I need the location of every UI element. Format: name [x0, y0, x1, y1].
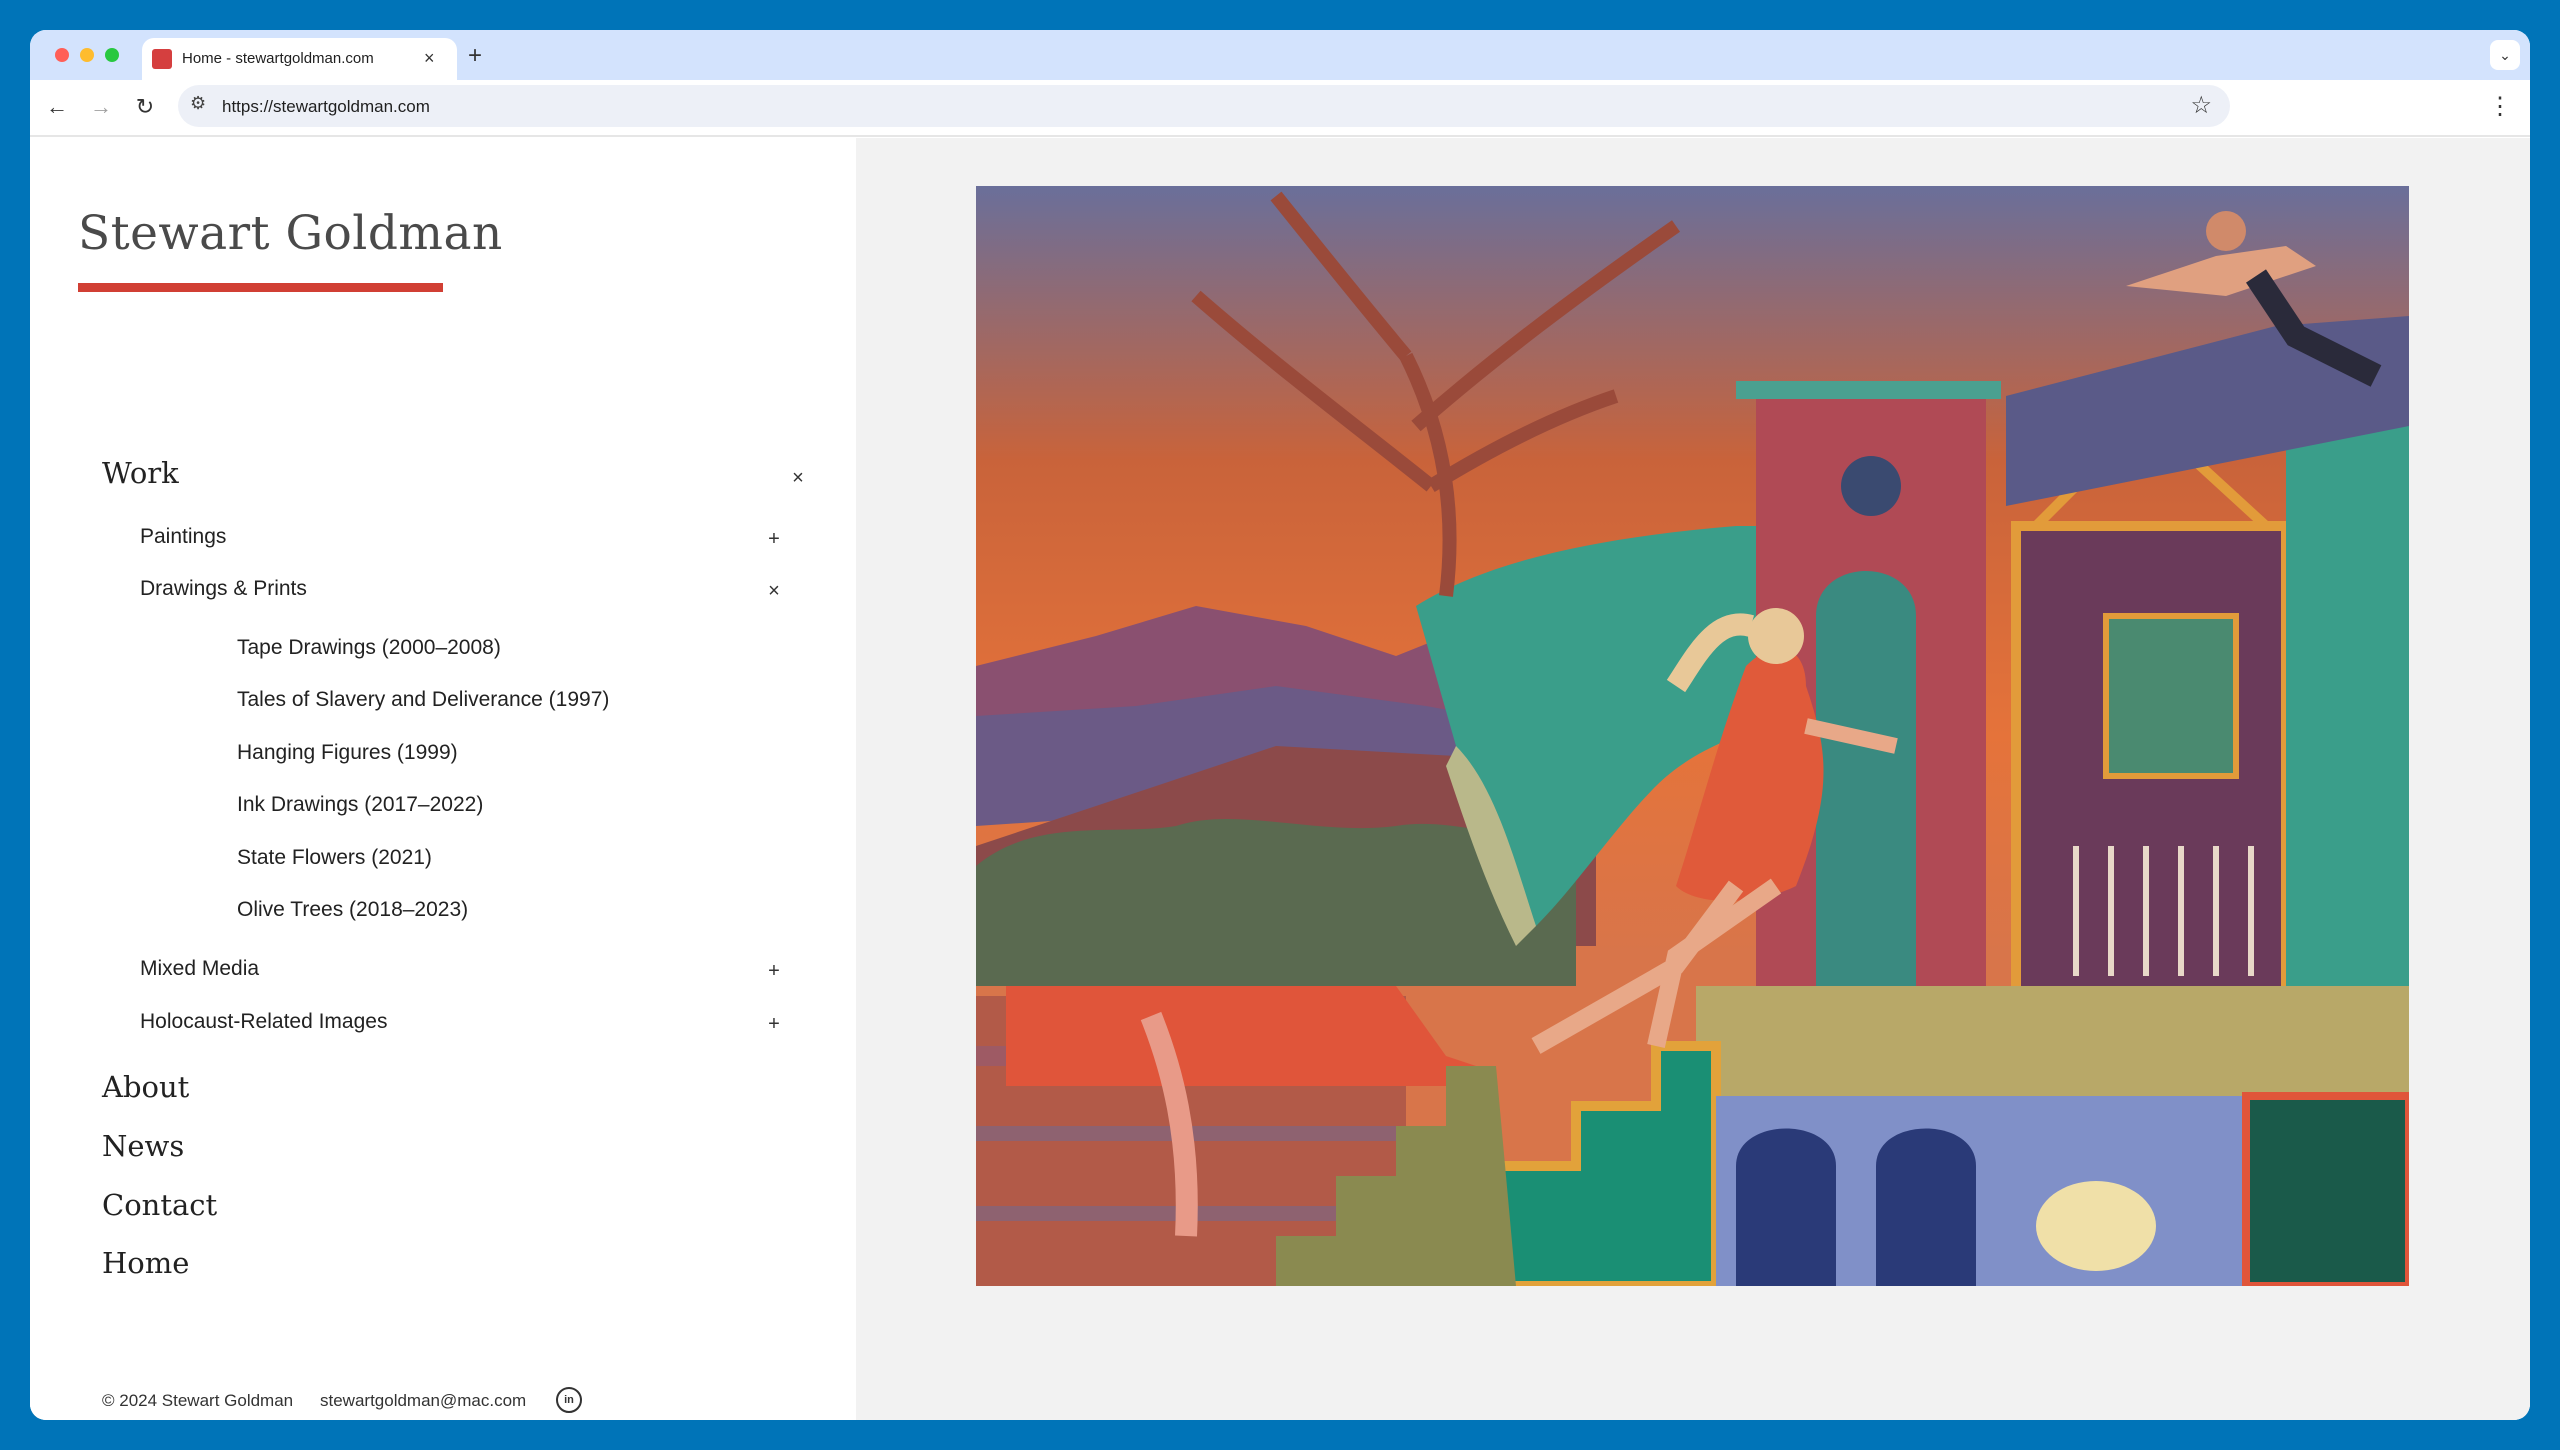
mixed-media-expand-icon[interactable]: +	[762, 959, 786, 983]
maximize-window-button[interactable]	[105, 48, 119, 62]
reload-icon[interactable]: ↻	[128, 90, 162, 124]
nav-contact[interactable]: Contact	[102, 1188, 217, 1222]
nav-tales-of-slavery[interactable]: Tales of Slavery and Deliverance (1997)	[237, 688, 609, 712]
work-collapse-icon[interactable]: ×	[786, 466, 810, 490]
tab-close-icon[interactable]: ×	[424, 46, 435, 70]
address-bar[interactable]: ⚙ https://stewartgoldman.com ☆	[178, 85, 2230, 127]
new-tab-button[interactable]: +	[468, 42, 482, 70]
site-title[interactable]: Stewart Goldman	[78, 206, 503, 261]
tab-strip: Home - stewartgoldman.com × + ⌄	[30, 30, 2530, 80]
painting-image	[976, 186, 2409, 1286]
star-icon[interactable]: ☆	[2190, 91, 2212, 120]
close-window-button[interactable]	[55, 48, 69, 62]
browser-window: Home - stewartgoldman.com × + ⌄ ← → ↻ ⚙ …	[30, 30, 2530, 1420]
minimize-window-button[interactable]	[80, 48, 94, 62]
nav-hanging-figures[interactable]: Hanging Figures (1999)	[237, 741, 458, 765]
site-settings-icon[interactable]: ⚙	[190, 93, 206, 114]
footer-email-link[interactable]: stewartgoldman@mac.com	[320, 1391, 526, 1411]
nav-home[interactable]: Home	[102, 1246, 189, 1280]
nav-state-flowers[interactable]: State Flowers (2021)	[237, 846, 432, 870]
holocaust-expand-icon[interactable]: +	[762, 1012, 786, 1036]
featured-painting[interactable]	[976, 186, 2409, 1286]
nav-holocaust-images[interactable]: Holocaust-Related Images	[140, 1010, 387, 1034]
url-text[interactable]: https://stewartgoldman.com	[222, 97, 430, 117]
nav-work[interactable]: Work	[102, 456, 179, 490]
nav-olive-trees[interactable]: Olive Trees (2018–2023)	[237, 898, 468, 922]
linkedin-icon[interactable]: in	[556, 1387, 582, 1413]
favicon-icon	[152, 49, 172, 69]
nav-mixed-media[interactable]: Mixed Media	[140, 957, 259, 981]
nav-tape-drawings[interactable]: Tape Drawings (2000–2008)	[237, 636, 501, 660]
nav-news[interactable]: News	[102, 1129, 184, 1163]
tab-search-button[interactable]: ⌄	[2490, 40, 2520, 70]
kebab-menu-icon[interactable]: ⋮	[2488, 90, 2512, 124]
main-content	[856, 138, 2530, 1420]
nav-drawings-prints[interactable]: Drawings & Prints	[140, 577, 307, 601]
title-underline	[78, 283, 443, 292]
forward-icon[interactable]: →	[84, 90, 118, 124]
web-page: Stewart Goldman Work × Paintings + Drawi…	[30, 138, 2530, 1420]
paintings-expand-icon[interactable]: +	[762, 527, 786, 551]
back-icon[interactable]: ←	[40, 90, 74, 124]
drawings-collapse-icon[interactable]: ×	[762, 579, 786, 603]
footer-copyright: © 2024 Stewart Goldman	[102, 1391, 294, 1410]
tab-title: Home - stewartgoldman.com	[182, 50, 374, 67]
browser-toolbar: ← → ↻ ⚙ https://stewartgoldman.com ☆ ⋮	[30, 80, 2530, 137]
browser-tab-active[interactable]: Home - stewartgoldman.com ×	[142, 38, 457, 80]
sidebar: Stewart Goldman Work × Paintings + Drawi…	[30, 138, 856, 1420]
nav-ink-drawings[interactable]: Ink Drawings (2017–2022)	[237, 793, 483, 817]
nav-paintings[interactable]: Paintings	[140, 525, 226, 549]
nav-about[interactable]: About	[102, 1070, 189, 1104]
